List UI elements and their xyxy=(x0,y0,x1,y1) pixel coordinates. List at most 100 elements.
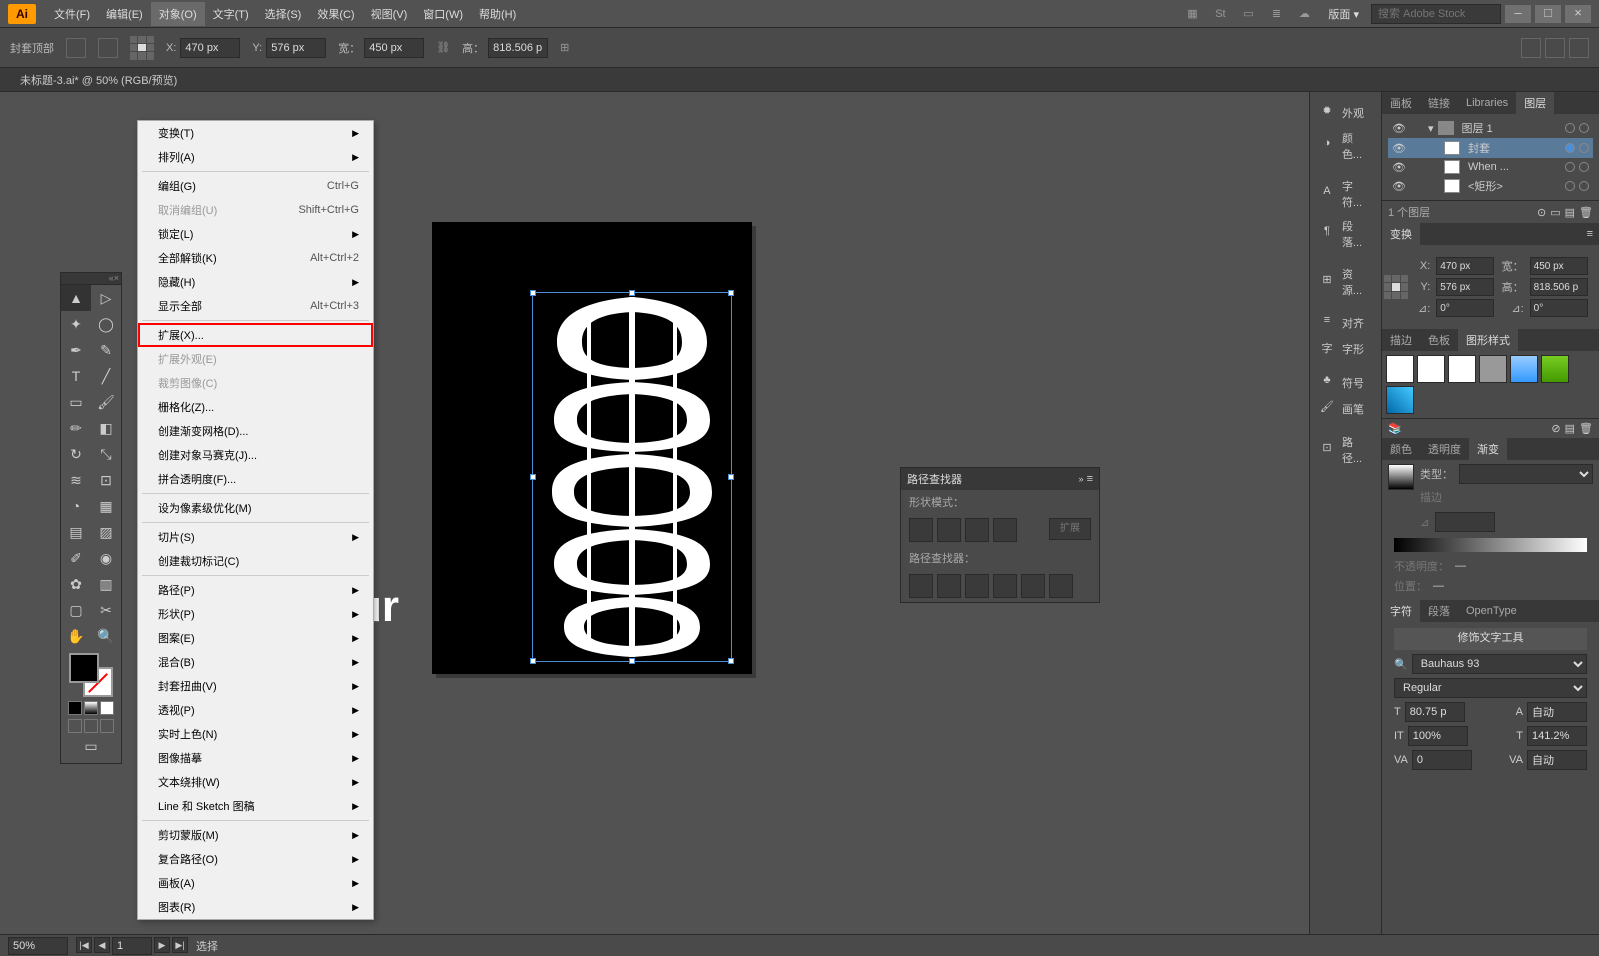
dock-item[interactable]: ≡对齐 xyxy=(1310,310,1381,336)
panel-collapse-icon[interactable]: » xyxy=(1079,474,1084,484)
gradient-bar[interactable] xyxy=(1394,538,1587,552)
tf-x-input[interactable] xyxy=(1436,257,1494,275)
gradient-mode-icon[interactable] xyxy=(84,701,98,715)
grad-type-select[interactable] xyxy=(1459,464,1593,484)
divide-icon[interactable] xyxy=(909,574,933,598)
menu-item[interactable]: 剪切蒙版(M)▶ xyxy=(138,823,373,847)
crop-icon[interactable] xyxy=(993,574,1017,598)
menu-item-7[interactable]: 窗口(W) xyxy=(415,2,471,26)
stock-search-input[interactable] xyxy=(1371,4,1501,24)
menu-item[interactable]: 创建裁切标记(C) xyxy=(138,549,373,573)
menu-item[interactable]: 图像描摹▶ xyxy=(138,746,373,770)
minus-front-icon[interactable] xyxy=(937,518,961,542)
x-input[interactable] xyxy=(180,38,240,58)
break-link-icon[interactable]: ⊘ xyxy=(1551,422,1560,435)
eyedropper-tool[interactable]: ✐ xyxy=(61,545,91,571)
panel-menu-icon[interactable]: ≡ xyxy=(1581,228,1599,240)
dock-item[interactable]: ✹外观 xyxy=(1310,100,1381,126)
panel-toggle-1[interactable] xyxy=(1521,38,1541,58)
menu-item-6[interactable]: 视图(V) xyxy=(363,2,416,26)
panel-tab[interactable]: 段落 xyxy=(1420,600,1458,622)
panel-toggle-3[interactable] xyxy=(1569,38,1589,58)
close-button[interactable]: × xyxy=(1565,5,1591,23)
touch-type-button[interactable]: 修饰文字工具 xyxy=(1394,628,1587,650)
artboard-tool[interactable]: ▢ xyxy=(61,597,91,623)
none-mode-icon[interactable] xyxy=(100,701,114,715)
menu-item-8[interactable]: 帮助(H) xyxy=(471,2,524,26)
scale-tool[interactable]: ⤡ xyxy=(91,441,121,467)
visibility-icon[interactable]: 👁 xyxy=(1392,142,1406,155)
shape-builder-tool[interactable]: ◔ xyxy=(61,493,91,519)
menu-item-5[interactable]: 效果(C) xyxy=(309,2,362,26)
transform-reference-picker[interactable] xyxy=(1384,275,1408,299)
font-family-select[interactable]: Bauhaus 93 xyxy=(1412,654,1587,674)
layer-row[interactable]: 👁▾图层 1 xyxy=(1388,118,1593,138)
slice-tool[interactable]: ✂ xyxy=(91,597,121,623)
kerning-input[interactable] xyxy=(1412,750,1472,770)
exclude-icon[interactable] xyxy=(993,518,1017,542)
leading-input[interactable] xyxy=(1527,702,1587,722)
direct-selection-tool[interactable]: ▷ xyxy=(91,285,121,311)
menu-item[interactable]: 文本绕排(W)▶ xyxy=(138,770,373,794)
menu-item[interactable]: 封套扭曲(V)▶ xyxy=(138,674,373,698)
panel-tab[interactable]: 透明度 xyxy=(1420,438,1469,460)
menu-item[interactable]: 复合路径(O)▶ xyxy=(138,847,373,871)
panel-menu-icon[interactable]: ≡ xyxy=(1087,473,1093,485)
dock-item[interactable]: 🖌画笔 xyxy=(1310,396,1381,422)
intersect-icon[interactable] xyxy=(965,518,989,542)
zoom-tool[interactable]: 🔍 xyxy=(91,623,121,649)
menu-item[interactable]: 形状(P)▶ xyxy=(138,602,373,626)
menu-item[interactable]: 扩展(X)... xyxy=(138,323,373,347)
tf-h-input[interactable] xyxy=(1530,278,1588,296)
minimize-button[interactable]: – xyxy=(1505,5,1531,23)
paintbrush-tool[interactable]: 🖌 xyxy=(91,389,121,415)
menu-item[interactable]: 路径(P)▶ xyxy=(138,578,373,602)
panel-tab[interactable]: 图层 xyxy=(1516,92,1554,114)
workspace-dropdown[interactable]: 版面 ▾ xyxy=(1320,2,1367,26)
style-swatch[interactable] xyxy=(1417,355,1445,383)
unite-icon[interactable] xyxy=(909,518,933,542)
fill-swatch[interactable] xyxy=(69,653,99,683)
menu-item[interactable]: 创建对象马赛克(J)... xyxy=(138,443,373,467)
draw-behind-icon[interactable] xyxy=(84,719,98,733)
color-mode-icon[interactable] xyxy=(68,701,82,715)
selection-tool[interactable]: ▲ xyxy=(61,285,91,311)
menu-item[interactable]: 编组(G)Ctrl+G xyxy=(138,174,373,198)
stroke-along-icon[interactable] xyxy=(1474,486,1496,508)
transform-tab[interactable]: 变换 xyxy=(1382,223,1420,245)
canvas-area[interactable]: «× ▲ ▷ ✦ ◯ ✒ ✎ T ╱ ▭ 🖌 ✏ ◧ ↻ ⤡ ≋ ⊡ ◔ ▦ ▤ xyxy=(0,92,1309,934)
visibility-icon[interactable]: 👁 xyxy=(1392,161,1406,174)
layer-row[interactable]: 👁<矩形> xyxy=(1388,176,1593,196)
cloud-icon[interactable]: ☁ xyxy=(1292,4,1316,24)
dock-item[interactable]: ¶段落... xyxy=(1310,214,1381,254)
menu-item[interactable]: 隐藏(H)▶ xyxy=(138,270,373,294)
menu-item[interactable]: 实时上色(N)▶ xyxy=(138,722,373,746)
envelope-icon-2[interactable] xyxy=(98,38,118,58)
mesh-tool[interactable]: ▤ xyxy=(61,519,91,545)
fill-stroke-swatch[interactable] xyxy=(69,653,113,697)
magic-wand-tool[interactable]: ✦ xyxy=(61,311,91,337)
style-swatch[interactable] xyxy=(1479,355,1507,383)
tf-w-input[interactable] xyxy=(1530,257,1588,275)
type-tool[interactable]: T xyxy=(61,363,91,389)
menu-item[interactable]: 锁定(L)▶ xyxy=(138,222,373,246)
menu-item-3[interactable]: 文字(T) xyxy=(205,2,257,26)
gradient-preview[interactable] xyxy=(1388,464,1414,490)
delete-layer-icon[interactable]: 🗑 xyxy=(1579,206,1593,219)
font-weight-select[interactable]: Regular xyxy=(1394,678,1587,698)
menu-item[interactable]: 图表(R)▶ xyxy=(138,895,373,919)
menu-item-2[interactable]: 对象(O) xyxy=(151,2,205,26)
style-swatch[interactable] xyxy=(1386,386,1414,414)
dock-item[interactable]: 字字形 xyxy=(1310,336,1381,362)
menu-item-1[interactable]: 编辑(E) xyxy=(98,2,151,26)
new-sublayer-icon[interactable]: ▭ xyxy=(1550,206,1560,219)
tf-y-input[interactable] xyxy=(1436,278,1494,296)
panel-tab[interactable]: 渐变 xyxy=(1469,438,1507,460)
menu-item[interactable]: 设为像素级优化(M) xyxy=(138,496,373,520)
layer-row[interactable]: 👁When ... xyxy=(1388,158,1593,176)
graph-tool[interactable]: ▥ xyxy=(91,571,121,597)
stroke-across-icon[interactable] xyxy=(1500,486,1522,508)
panel-icon[interactable]: St xyxy=(1208,4,1232,24)
perspective-tool[interactable]: ▦ xyxy=(91,493,121,519)
tracking-input[interactable] xyxy=(1527,750,1587,770)
